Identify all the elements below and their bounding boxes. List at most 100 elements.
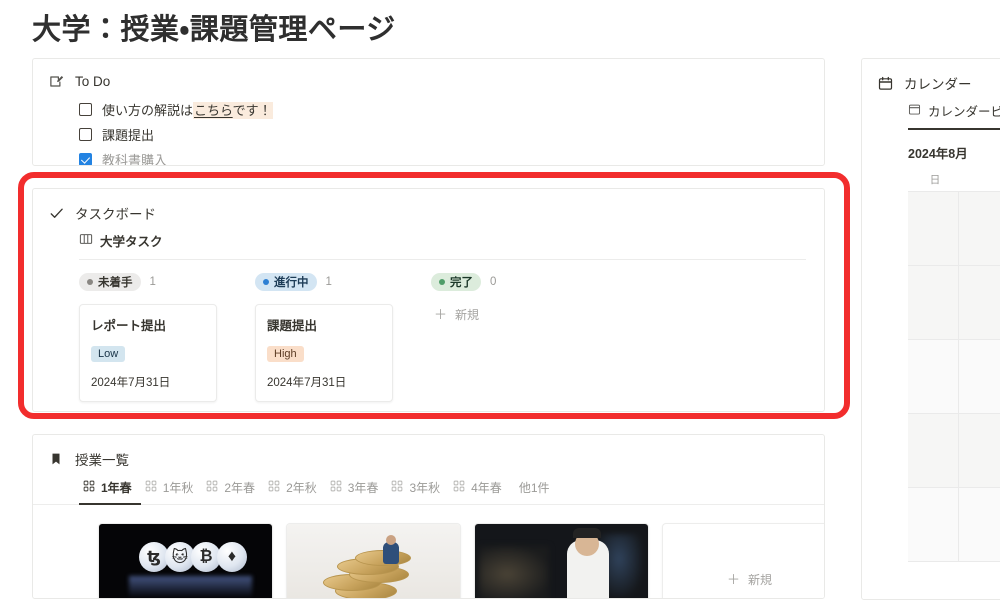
board-column-done: 完了 0 ＋ 新規 — [431, 273, 569, 411]
todo-checkbox[interactable] — [79, 103, 92, 116]
calendar-grid — [908, 191, 1000, 562]
calendar-weekday-row: 日 — [862, 172, 1000, 187]
bookmark-icon — [48, 451, 64, 467]
board-column-todo: 未着手 1 レポート提出 Low 2024年7月31日 ＋ 新規 — [79, 273, 217, 411]
thumb-figure — [383, 535, 399, 564]
taskboard-heading: タスクボード — [75, 207, 156, 222]
todo-list: 使い方の解説はこちらです！ 課題提出 教科書購入 — [33, 97, 824, 165]
tab-1year-spring[interactable]: 1年春 — [79, 477, 141, 505]
plus-icon: ＋ — [726, 571, 740, 587]
todo-heading: To Do — [75, 73, 111, 89]
calendar-day-cell[interactable] — [908, 414, 959, 488]
todo-header: To Do — [33, 59, 824, 97]
class-card[interactable]: 経済の構造 — [286, 523, 461, 598]
check-icon — [48, 205, 64, 221]
gallery-icon — [330, 480, 342, 495]
todo-item[interactable]: 教科書購入 — [79, 147, 824, 165]
class-card[interactable]: ꜩ 🐱 ₿ ♦ — [98, 523, 273, 598]
taskboard-database-title[interactable]: 大学タスク — [33, 231, 824, 259]
calendar-day-cell[interactable] — [958, 340, 1000, 414]
calendar-day-cell[interactable] — [958, 266, 1000, 340]
classes-block: 授業一覧 1年春 1年秋 2年春 2年秋 3年春 3年秋 4年春 他1件 ꜩ 🐱… — [32, 434, 825, 599]
todo-item[interactable]: 課題提出 — [79, 122, 824, 147]
taskboard-block: タスクボード 大学タスク 未着手 1 レポート提出 Low 2024年7月31日… — [32, 188, 825, 412]
calendar-column: カレンダー カレンダービュー 2024年8月 日 — [861, 58, 1000, 600]
tab-label: 3年春 — [347, 481, 379, 495]
status-badge: 完了 — [431, 273, 481, 291]
board-column-header[interactable]: 完了 0 — [431, 273, 569, 291]
class-card-new[interactable]: ＋ 新規 — [662, 523, 824, 598]
calendar-view-tab[interactable]: カレンダービュー — [862, 101, 1000, 128]
status-label: 完了 — [450, 277, 473, 289]
board-icon — [79, 232, 93, 249]
board-column-count: 1 — [149, 276, 156, 288]
todo-checkbox[interactable] — [79, 128, 92, 141]
add-class-button[interactable]: ＋ 新規 — [727, 571, 772, 588]
gallery-icon — [206, 480, 218, 495]
task-card[interactable]: 課題提出 High 2024年7月31日 — [255, 304, 393, 402]
status-dot — [439, 279, 445, 285]
tab-2year-autumn[interactable]: 2年秋 — [264, 477, 326, 505]
gallery-icon — [268, 480, 280, 495]
todo-item[interactable]: 使い方の解説はこちらです！ — [79, 97, 824, 122]
task-date: 2024年7月31日 — [91, 377, 171, 389]
todo-item-label: 使い方の解説はこちらです！ — [102, 102, 273, 119]
calendar-view-icon — [908, 103, 921, 119]
class-card[interactable]: 社会福祉政策 — [474, 523, 649, 598]
taskboard-columns: 未着手 1 レポート提出 Low 2024年7月31日 ＋ 新規 — [33, 260, 824, 411]
task-date: 2024年7月31日 — [267, 377, 347, 389]
task-title: レポート提出 — [91, 319, 167, 333]
calendar-day-cell[interactable] — [908, 266, 959, 340]
status-dot — [87, 279, 93, 285]
plus-icon: ＋ — [434, 307, 448, 322]
tab-label: 2年秋 — [286, 481, 317, 495]
todo-item-label: 課題提出 — [102, 128, 155, 143]
board-column-header[interactable]: 進行中 1 — [255, 273, 393, 291]
tab-4year-spring[interactable]: 4年春 — [449, 477, 511, 505]
tab-label: 1年春 — [101, 481, 132, 495]
tab-2year-spring[interactable]: 2年春 — [202, 477, 264, 505]
status-label: 進行中 — [274, 277, 309, 289]
tab-label: 1年秋 — [162, 481, 194, 495]
calendar-day-cell[interactable] — [958, 414, 1000, 488]
page-title: 大学：授業・課題管理ページ — [32, 14, 396, 46]
calendar-day-cell[interactable] — [958, 488, 1000, 562]
tab-more[interactable]: 他1件 — [511, 477, 559, 505]
calendar-day-cell[interactable] — [958, 192, 1000, 266]
main-column: To Do 使い方の解説はこちらです！ 課題提出 教科書購入 タスクボード 大学… — [32, 58, 825, 599]
todo-checkbox[interactable] — [79, 153, 92, 165]
tab-label: 3年秋 — [409, 481, 441, 495]
priority-tag: Low — [91, 346, 126, 362]
calendar-day-cell[interactable] — [908, 340, 959, 414]
tab-3year-spring[interactable]: 3年春 — [326, 477, 388, 505]
calendar-week-row — [908, 414, 1000, 488]
todo-block: To Do 使い方の解説はこちらです！ 課題提出 教科書購入 — [32, 58, 825, 166]
thumb-person-cap — [573, 528, 601, 538]
tab-1year-autumn[interactable]: 1年秋 — [141, 477, 203, 505]
taskboard-database-name: 大学タスク — [100, 235, 163, 249]
board-column-count: 1 — [325, 276, 332, 288]
class-thumbnail — [287, 524, 460, 598]
tab-label: 2年春 — [224, 481, 256, 495]
todo-item-link[interactable]: こちら — [194, 103, 233, 118]
calendar-day-cell[interactable] — [908, 488, 959, 562]
tab-3year-autumn[interactable]: 3年秋 — [387, 477, 449, 505]
task-card[interactable]: レポート提出 Low 2024年7月31日 — [79, 304, 217, 402]
thumb-reflection — [129, 576, 252, 598]
class-thumbnail — [475, 524, 648, 598]
todo-item-highlight: こちらです！ — [193, 102, 273, 119]
status-badge: 進行中 — [255, 273, 317, 291]
priority-tag: High — [267, 346, 304, 362]
class-thumbnail: ꜩ 🐱 ₿ ♦ — [99, 524, 272, 598]
calendar-week-row — [908, 192, 1000, 266]
tab-label: 4年春 — [471, 481, 502, 495]
calendar-month-label: 2024年8月 — [908, 147, 968, 161]
calendar-week-row — [908, 266, 1000, 340]
gallery-icon — [391, 480, 403, 495]
add-card-label: 新規 — [455, 308, 480, 322]
pencil-square-icon — [48, 73, 64, 89]
add-card-button[interactable]: ＋ 新規 — [431, 304, 569, 323]
board-column-header[interactable]: 未着手 1 — [79, 273, 217, 291]
calendar-heading: カレンダー — [904, 77, 972, 92]
calendar-day-cell[interactable] — [908, 192, 959, 266]
